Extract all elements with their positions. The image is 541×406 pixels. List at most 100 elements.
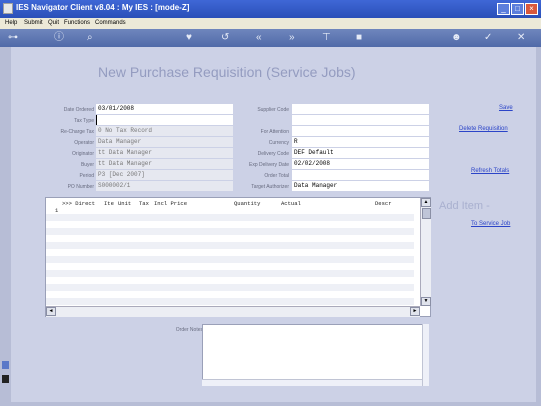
date-ordered-field[interactable]: 03/01/2008	[96, 104, 233, 114]
menu-functions[interactable]: Functions	[64, 20, 90, 26]
grid-header-actual[interactable]: Actual	[281, 200, 301, 207]
left-sidebar	[0, 47, 11, 402]
table-row[interactable]	[46, 235, 414, 242]
close-button[interactable]: ×	[525, 3, 538, 15]
re-charge-tax-field[interactable]: 0 No Tax Record	[96, 126, 233, 136]
table-row[interactable]	[46, 284, 414, 291]
for-attention-field[interactable]	[292, 126, 429, 136]
add-item-heading: Add Item -	[439, 200, 490, 212]
window-title: IES Navigator Client v8.04 : My IES : [m…	[16, 3, 190, 12]
grid-body: 1	[46, 207, 414, 305]
scroll-up-icon[interactable]: ▲	[421, 198, 431, 207]
po-number-label: PO Number	[67, 184, 94, 190]
table-row[interactable]	[46, 228, 414, 235]
supplier-name-field[interactable]	[292, 115, 429, 125]
tax-type-label: Tax Type	[74, 118, 94, 124]
grid-header-descr[interactable]: Descr	[375, 200, 392, 207]
currency-field[interactable]: R	[292, 137, 429, 147]
grid-header-incl-price[interactable]: Incl Price	[154, 200, 187, 207]
menu-commands[interactable]: Commands	[95, 20, 126, 26]
originator-field[interactable]: tt Data Manager	[96, 148, 233, 158]
table-row[interactable]	[46, 263, 414, 270]
person-icon[interactable]: ☻	[451, 32, 462, 44]
side-icon[interactable]	[2, 375, 9, 383]
table-row[interactable]	[46, 242, 414, 249]
scroll-left-icon[interactable]: ◄	[46, 307, 56, 316]
menu-bar: Help Submit Quit Functions Commands	[0, 18, 541, 29]
back-icon[interactable]: «	[256, 32, 262, 44]
scroll-right-icon[interactable]: ►	[410, 307, 420, 316]
grid-header-item[interactable]: Ite	[104, 200, 114, 207]
delivery-code-field[interactable]: DEF Default	[292, 148, 429, 158]
buyer-field[interactable]: tt Data Manager	[96, 159, 233, 169]
check-icon[interactable]: ✓	[484, 32, 492, 44]
table-row[interactable]	[46, 298, 414, 305]
refresh-totals-link[interactable]: Refresh Totals	[471, 168, 509, 174]
currency-label: Currency	[268, 140, 289, 146]
exp-delivery-date-field[interactable]: 02/02/2008	[292, 159, 429, 169]
date-ordered-label: Date Ordered	[63, 107, 94, 113]
minimize-button[interactable]: _	[497, 3, 510, 15]
po-number-field[interactable]: S000002/1	[96, 181, 233, 191]
period-label: Period	[79, 173, 94, 179]
order-total-field[interactable]	[292, 170, 429, 180]
table-row[interactable]	[46, 221, 414, 228]
grid-header-tax[interactable]: Tax	[139, 200, 149, 207]
window-frame-bottom	[0, 402, 541, 406]
close-icon[interactable]: ✕	[517, 32, 525, 44]
supplier-code-field[interactable]	[292, 104, 429, 114]
search-icon[interactable]: ⌕	[87, 32, 93, 44]
forward-icon[interactable]: »	[289, 32, 295, 44]
line-items-grid[interactable]: >>> Direct Ite Unit Tax Incl Price Quant…	[45, 197, 431, 317]
target-authorizer-label: Target Authorizer	[251, 184, 289, 190]
table-row[interactable]	[46, 291, 414, 298]
notes-vertical-scrollbar[interactable]	[422, 324, 429, 386]
scroll-thumb[interactable]	[422, 208, 431, 219]
to-service-job-link[interactable]: To Service Job	[471, 221, 510, 227]
for-attention-label: For Attention	[260, 129, 289, 135]
delivery-code-label: Delivery Code	[257, 151, 289, 157]
target-authorizer-field[interactable]: Data Manager	[292, 181, 429, 191]
menu-submit[interactable]: Submit	[24, 20, 43, 26]
period-field[interactable]: P3 [Dec 2007]	[96, 170, 233, 180]
grid-header-quantity[interactable]: Quantity	[234, 200, 260, 207]
table-row[interactable]	[46, 270, 414, 277]
order-notes-label: Order Notes	[175, 327, 203, 333]
operator-label: Operator	[74, 140, 94, 146]
stop-icon[interactable]: ■	[356, 32, 362, 44]
re-charge-tax-label: Re-Charge Tax	[60, 129, 94, 135]
grid-header-unit[interactable]: Unit	[118, 200, 131, 207]
window-frame-right	[536, 47, 541, 406]
restore-button[interactable]: □	[511, 3, 524, 15]
menu-help[interactable]: Help	[5, 20, 17, 26]
save-link[interactable]: Save	[499, 105, 513, 111]
undo-icon[interactable]: ↺	[221, 32, 229, 44]
table-row[interactable]	[46, 249, 414, 256]
exp-delivery-date-label: Exp Delivery Date	[248, 162, 289, 168]
tax-type-field[interactable]	[96, 115, 233, 125]
table-row[interactable]	[46, 214, 414, 221]
toolbar: ⊶ ⓘ ⌕ ♥ ↺ « » ⊤ ■ ☻ ✓ ✕	[0, 29, 541, 47]
notes-horizontal-scrollbar[interactable]	[202, 379, 422, 386]
grid-vertical-scrollbar[interactable]: ▲ ▼	[420, 198, 431, 306]
table-row[interactable]: 1	[46, 207, 414, 214]
operator-field[interactable]: Data Manager	[96, 137, 233, 147]
key-icon[interactable]: ⊶	[8, 32, 18, 44]
scroll-down-icon[interactable]: ▼	[421, 297, 431, 306]
info-icon[interactable]: ⓘ	[54, 32, 64, 44]
order-total-label: Order Total	[264, 173, 289, 179]
grid-horizontal-scrollbar[interactable]: ◄ ►	[46, 306, 420, 317]
delete-requisition-link[interactable]: Delete Requisition	[459, 126, 508, 132]
tree-icon[interactable]: ⊤	[322, 32, 331, 44]
table-row[interactable]	[46, 256, 414, 263]
grid-header-direct[interactable]: >>> Direct	[62, 200, 95, 207]
page-title: New Purchase Requisition (Service Jobs)	[98, 64, 356, 80]
menu-quit[interactable]: Quit	[48, 20, 59, 26]
app-icon	[3, 3, 13, 14]
table-row[interactable]	[46, 277, 414, 284]
order-notes-textarea[interactable]	[202, 324, 429, 386]
heart-icon[interactable]: ♥	[186, 32, 192, 44]
title-bar: IES Navigator Client v8.04 : My IES : [m…	[0, 0, 541, 18]
originator-label: Originator	[72, 151, 94, 157]
side-icon[interactable]	[2, 361, 9, 369]
